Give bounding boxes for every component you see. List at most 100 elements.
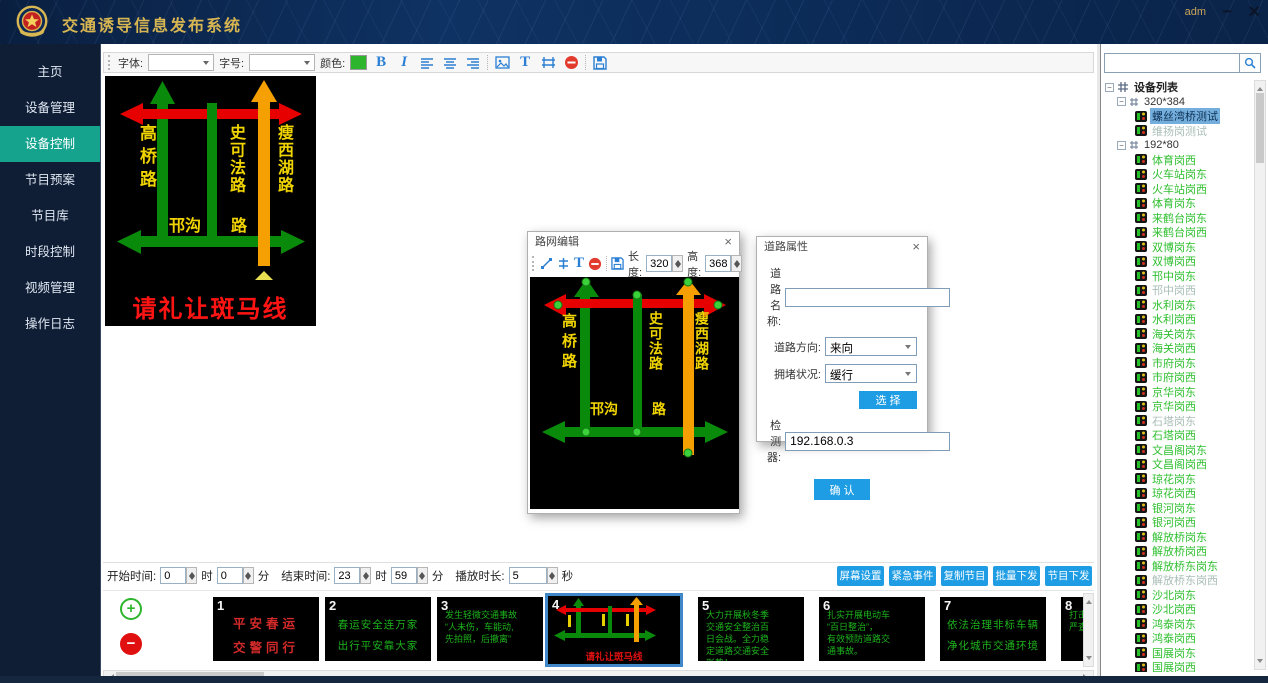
- start-minute-input[interactable]: [217, 567, 243, 584]
- device-tree-node[interactable]: 火车站岗东: [1103, 167, 1253, 182]
- draw-line-icon[interactable]: [540, 255, 553, 272]
- device-tree-scrollbar[interactable]: [1254, 80, 1266, 670]
- device-tree-node[interactable]: 来鹤台岗西: [1103, 225, 1253, 240]
- device-tree-node[interactable]: 解放桥东岗东: [1103, 559, 1253, 574]
- start-minute-spinner[interactable]: [243, 567, 254, 584]
- playlist-item[interactable]: 5大力开展秋冬季交通安全整治百日会战。全力稳定道路交通安全形势！: [698, 597, 804, 661]
- start-hour-input[interactable]: [160, 567, 186, 584]
- congestion-select[interactable]: 缓行: [825, 364, 917, 383]
- device-tree-node[interactable]: 国展岗西: [1103, 660, 1253, 672]
- action-button[interactable]: 复制节目: [941, 566, 988, 586]
- sidebar-item[interactable]: 操作日志: [0, 306, 100, 342]
- duration-input[interactable]: [509, 567, 547, 584]
- device-tree-node[interactable]: 海关岗西: [1103, 341, 1253, 356]
- playlist-item[interactable]: 8打击改装 “炸严查严处 “机: [1061, 597, 1085, 661]
- device-tree-node[interactable]: 邗中岗东: [1103, 269, 1253, 284]
- minimize-icon[interactable]: −: [1222, 2, 1232, 22]
- save-icon[interactable]: [591, 54, 609, 71]
- device-tree-node[interactable]: 文昌阁岗西: [1103, 457, 1253, 472]
- delete-icon[interactable]: [588, 255, 602, 272]
- end-hour-spinner[interactable]: [360, 567, 371, 584]
- device-tree-node[interactable]: 银河岗西: [1103, 515, 1253, 530]
- device-tree-node[interactable]: 螺丝湾桥测试: [1103, 109, 1253, 124]
- device-tree-node[interactable]: 海关岗东: [1103, 327, 1253, 342]
- sidebar-item[interactable]: 主页: [0, 54, 100, 90]
- height-spinner[interactable]: [731, 255, 742, 272]
- device-tree-node[interactable]: 维扬岗测试: [1103, 124, 1253, 139]
- close-icon[interactable]: ×: [1248, 1, 1260, 24]
- search-icon[interactable]: [1240, 53, 1261, 73]
- crossing-icon[interactable]: [557, 255, 570, 272]
- close-icon[interactable]: ×: [912, 237, 920, 257]
- end-minute-input[interactable]: [391, 567, 417, 584]
- sidebar-item[interactable]: 设备管理: [0, 90, 100, 126]
- device-tree-node[interactable]: 琼花岗西: [1103, 486, 1253, 501]
- road-name-input[interactable]: [785, 288, 950, 307]
- start-hour-spinner[interactable]: [186, 567, 197, 584]
- device-tree-node[interactable]: 市府岗东: [1103, 356, 1253, 371]
- align-center-icon[interactable]: [441, 54, 459, 71]
- add-program-button[interactable]: +: [120, 598, 142, 620]
- sidebar-item[interactable]: 时段控制: [0, 234, 100, 270]
- device-tree-node[interactable]: 体育岗西: [1103, 153, 1253, 168]
- playlist-item[interactable]: 2春运安全连万家出行平安靠大家: [325, 597, 431, 661]
- close-icon[interactable]: ×: [724, 232, 732, 252]
- road-network-icon[interactable]: [539, 54, 557, 71]
- italic-button[interactable]: I: [395, 54, 413, 71]
- device-group-192x80[interactable]: −192*80: [1103, 138, 1253, 153]
- end-minute-spinner[interactable]: [417, 567, 428, 584]
- device-tree-node[interactable]: 解放桥东岗西: [1103, 573, 1253, 588]
- sidebar-item[interactable]: 节目预案: [0, 162, 100, 198]
- playlist-item[interactable]: 6扎实开展电动车“百日整治”，有效预防道路交通事故。: [819, 597, 925, 661]
- length-input[interactable]: [646, 255, 672, 272]
- duration-spinner[interactable]: [547, 567, 558, 584]
- detector-input[interactable]: [785, 432, 950, 451]
- delete-icon[interactable]: [562, 54, 580, 71]
- device-tree-node[interactable]: 解放桥岗东: [1103, 530, 1253, 545]
- collapse-icon[interactable]: −: [1105, 83, 1114, 92]
- playlist-item[interactable]: 3发生轻微交通事故“人未伤，车能动,先拍照，后撤离”: [437, 597, 543, 661]
- sidebar-item[interactable]: 视频管理: [0, 270, 100, 306]
- font-select[interactable]: [148, 54, 214, 71]
- device-tree-node[interactable]: 石塔岗西: [1103, 428, 1253, 443]
- device-tree-node[interactable]: 国展岗东: [1103, 646, 1253, 661]
- device-tree-node[interactable]: 沙北岗西: [1103, 602, 1253, 617]
- color-swatch[interactable]: [350, 55, 367, 70]
- device-tree-node[interactable]: 鸿泰岗东: [1103, 617, 1253, 632]
- action-button[interactable]: 紧急事件: [889, 566, 936, 586]
- device-tree-node[interactable]: 体育岗东: [1103, 196, 1253, 211]
- remove-program-button[interactable]: −: [120, 633, 142, 655]
- save-icon[interactable]: [611, 255, 624, 272]
- device-tree-node[interactable]: 鸿泰岗西: [1103, 631, 1253, 646]
- playlist-item[interactable]: 7依法治理非标车辆净化城市交通环境: [940, 597, 1046, 661]
- device-tree-node[interactable]: 邗中岗西: [1103, 283, 1253, 298]
- device-tree-node[interactable]: 市府岗西: [1103, 370, 1253, 385]
- device-group-320x384[interactable]: −320*384: [1103, 95, 1253, 110]
- dialog-title-bar[interactable]: 道路属性 ×: [757, 237, 927, 257]
- sidebar-item[interactable]: 设备控制: [0, 126, 100, 162]
- sign-preview[interactable]: 高桥路 史可法路 瘦西湖路 邗沟 路 请礼让斑马线: [105, 76, 316, 326]
- playlist-item[interactable]: 4 请礼让斑马线: [545, 593, 683, 667]
- device-tree-node[interactable]: 火车站岗西: [1103, 182, 1253, 197]
- dialog-title-bar[interactable]: 路网编辑 ×: [528, 232, 739, 252]
- collapse-icon[interactable]: −: [1117, 141, 1126, 150]
- size-select[interactable]: [249, 54, 315, 71]
- end-hour-input[interactable]: [334, 567, 360, 584]
- bold-button[interactable]: B: [372, 54, 390, 71]
- device-tree-root[interactable]: −设备列表: [1103, 80, 1253, 95]
- insert-image-icon[interactable]: [493, 54, 511, 71]
- insert-text-icon[interactable]: T: [574, 255, 584, 272]
- device-tree-node[interactable]: 来鹤台岗东: [1103, 211, 1253, 226]
- action-button[interactable]: 批量下发: [993, 566, 1040, 586]
- device-tree-node[interactable]: 文昌阁岗东: [1103, 443, 1253, 458]
- device-tree-node[interactable]: 双博岗西: [1103, 254, 1253, 269]
- device-tree-node[interactable]: 京华岗东: [1103, 385, 1253, 400]
- device-tree-node[interactable]: 石塔岗东: [1103, 414, 1253, 429]
- action-button[interactable]: 屏幕设置: [837, 566, 884, 586]
- device-tree-node[interactable]: 水利岗东: [1103, 298, 1253, 313]
- scrollbar-thumb[interactable]: [1256, 93, 1264, 163]
- device-tree-node[interactable]: 沙北岗东: [1103, 588, 1253, 603]
- confirm-button[interactable]: 确 认: [814, 479, 870, 500]
- road-direction-select[interactable]: 来向: [825, 337, 917, 356]
- road-network-canvas[interactable]: 高桥路 史可法路 瘦西湖路 邗沟 路: [530, 277, 739, 509]
